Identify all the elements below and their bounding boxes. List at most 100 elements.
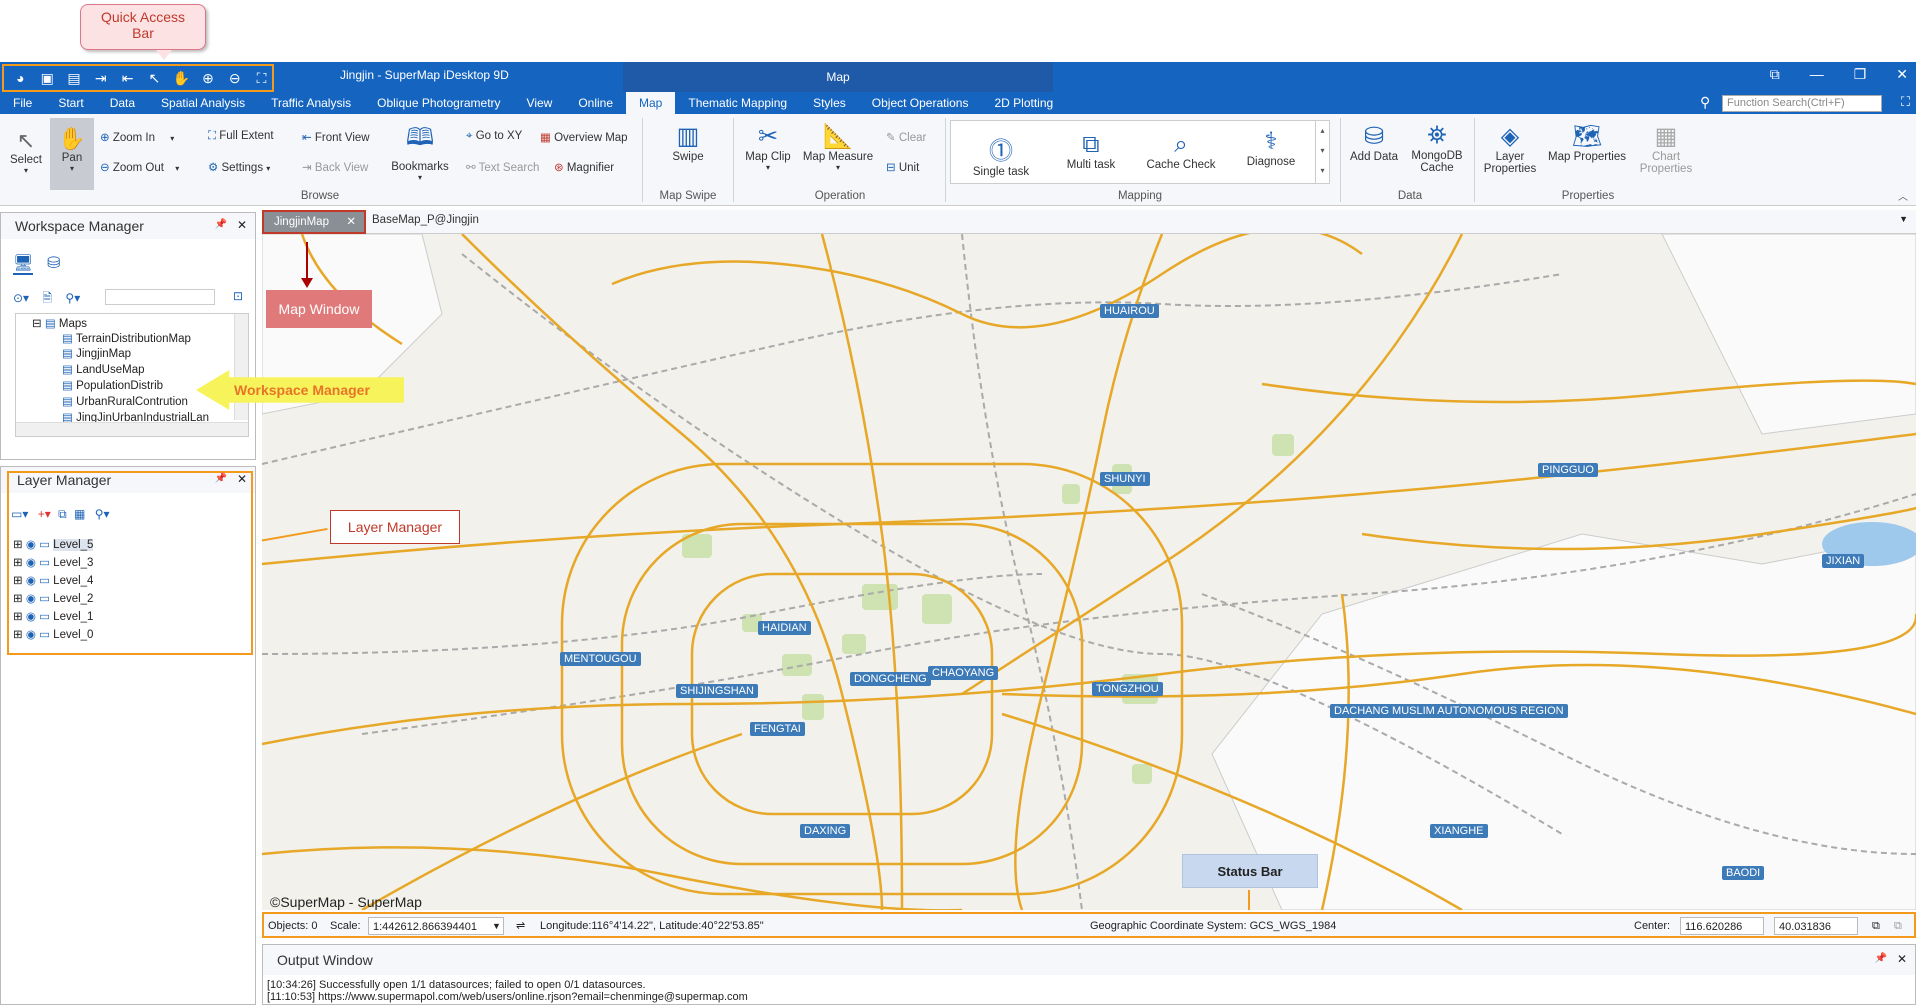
menu-data[interactable]: Data [97,92,148,114]
search-icon[interactable]: ⚲▾ [95,507,110,521]
tab-dropdown-icon[interactable]: ▼ [1899,214,1908,224]
search-icon[interactable]: ⚲ [1700,94,1710,111]
close-icon[interactable]: ✕ [1896,66,1908,83]
close-tab-icon[interactable]: ✕ [346,212,356,232]
locate-icon[interactable]: ⊡ [233,289,243,303]
new-icon[interactable]: 🗎 [42,291,52,305]
unit-button[interactable]: ⊟ Unit [886,160,919,174]
magnifier-button[interactable]: ⊛ Magnifier [554,160,614,174]
map-measure-button[interactable]: 📐 Map Measure ▾ [800,122,876,172]
menu-map[interactable]: Map [626,92,676,114]
layer-item[interactable]: ⊞ ◉ ▭ Level_0 [13,627,93,641]
zoom-in-icon[interactable]: ⊕ [198,68,219,88]
map-item[interactable]: ▤ UrbanRuralContrution [62,394,188,408]
maximize-icon[interactable]: ❐ [1854,66,1867,83]
minimize-icon[interactable]: — [1810,66,1824,83]
zoom-out-button[interactable]: ⊖ Zoom Out ▾ [100,160,179,174]
scale-input[interactable]: 1:442612.866394401 [368,917,504,935]
menu-start[interactable]: Start [45,92,96,114]
datasource-tab-icon[interactable]: ⛁ [47,253,60,273]
search-icon[interactable]: ⚲▾ [65,291,80,305]
layer-item[interactable]: ⊞ ◉ ▭ Level_5 [13,537,94,551]
copy-icon[interactable]: ⧉ [1872,917,1880,935]
front-view-button[interactable]: ⇤ Front View [302,130,370,144]
pin-icon[interactable]: 📌 [215,473,227,484]
paste-icon[interactable]: ⧉ [1894,917,1902,935]
bookmarks-button[interactable]: 🕮 Bookmarks ▾ [390,120,450,182]
map-tab-active[interactable]: JingjinMap ✕ [262,210,366,234]
layer-group-icon[interactable]: ⧉ [58,507,67,521]
map-clip-button[interactable]: ✂ Map Clip ▾ [740,122,796,172]
map-window[interactable]: Map Window Layer Manager Status Bar HUAI… [262,234,1916,910]
layer-style-icon[interactable]: ▭▾ [11,507,28,521]
save-icon[interactable]: ▣ [37,68,58,88]
close-icon[interactable]: ✕ [237,472,247,486]
menu-online[interactable]: Online [565,92,626,114]
swipe-button[interactable]: ▥ Swipe [660,122,716,163]
map-tab[interactable]: BaseMap_P@Jingjin [372,214,479,226]
menu-thematic-mapping[interactable]: Thematic Mapping [675,92,800,114]
layer-item[interactable]: ⊞ ◉ ▭ Level_4 [13,573,93,587]
workspace-tab-icon[interactable]: 🖥 [13,253,34,275]
pan-icon[interactable]: ✋ [171,68,192,88]
menu-traffic-analysis[interactable]: Traffic Analysis [258,92,364,114]
center-x-input[interactable]: 116.620286 [1680,917,1764,935]
select-icon[interactable]: ↖ [144,68,165,88]
map-item[interactable]: ▤ LandUseMap [62,362,144,376]
close-icon[interactable]: ✕ [237,218,247,232]
multi-task-button[interactable]: ⧉ Multi task [1051,131,1131,171]
layer-properties-button[interactable]: ◈ Layer Properties [1478,122,1542,175]
back-view-button[interactable]: ⇥ Back View [302,160,368,174]
menu-styles[interactable]: Styles [800,92,859,114]
fullscreen-icon[interactable]: ⛶ [1901,94,1910,110]
tree-hscrollbar[interactable] [16,422,248,436]
clear-button[interactable]: ✎ Clear [886,130,926,144]
menu-object-operations[interactable]: Object Operations [859,92,982,114]
full-extent-button[interactable]: ⛶ Full Extent [208,130,274,143]
add-layer-icon[interactable]: +▾ [38,507,51,521]
map-item[interactable]: ▤ PopulationDistrib [62,378,163,392]
layer-item[interactable]: ⊞ ◉ ▭ Level_1 [13,609,93,623]
single-task-button[interactable]: ⓵ Single task [961,131,1041,178]
cache-check-button[interactable]: ⌕ Cache Check [1141,131,1221,171]
gallery-scroll[interactable]: ▴ ▾ ▾ [1315,121,1329,183]
zoom-in-button[interactable]: ⊕ Zoom In ▾ [100,130,174,144]
workspace-search-input[interactable] [105,289,215,305]
go-to-xy-button[interactable]: ⌖ Go to XY [466,130,522,143]
chart-properties-button[interactable]: ▦ Chart Properties [1636,122,1696,175]
layer-item[interactable]: ⊞ ◉ ▭ Level_3 [13,555,93,569]
layer-item[interactable]: ⊞ ◉ ▭ Level_2 [13,591,93,605]
center-y-input[interactable]: 40.031836 [1774,917,1858,935]
menu-view[interactable]: View [514,92,566,114]
menu-2d-plotting[interactable]: 2D Plotting [981,92,1066,114]
zoom-out-icon[interactable]: ⊖ [224,68,245,88]
maps-node[interactable]: ⊟ ▤ Maps [32,316,87,330]
close-icon[interactable]: ✕ [1897,952,1907,966]
menu-spatial-analysis[interactable]: Spatial Analysis [148,92,258,114]
diagnose-button[interactable]: ⚕ Diagnose [1231,127,1311,168]
map-item[interactable]: ▤ JingjinMap [62,346,131,360]
settings-button[interactable]: ⚙ Settings ▾ [208,160,270,174]
pin-icon[interactable]: 📌 [215,219,227,230]
mongodb-cache-button[interactable]: ⛯ MongoDB Cache [1404,122,1470,174]
view-icon[interactable]: ⊙▾ [13,291,29,305]
pin-icon[interactable]: 📌 [1875,953,1887,964]
layer-order-icon[interactable]: ▦ [74,507,85,521]
full-extent-icon[interactable]: ⛶ [251,68,272,88]
restore-ribbon-icon[interactable]: ⧉ [1770,66,1780,83]
map-properties-button[interactable]: 🗺 Map Properties [1544,122,1630,163]
pan-button[interactable]: ✋ Pan ▾ [50,118,94,190]
scale-dropdown-icon[interactable]: ▼ [492,917,501,935]
swap-icon[interactable]: ⇌ [516,917,525,935]
collapse-ribbon-icon[interactable]: ︿ [1898,188,1908,203]
tree-vscrollbar[interactable] [234,314,248,420]
menu-oblique-photogrametry[interactable]: Oblique Photogrametry [364,92,513,114]
save-as-icon[interactable]: ▤ [64,68,85,88]
function-search-input[interactable]: Function Search(Ctrl+F) [1722,95,1882,112]
select-button[interactable]: ↖ Select ▾ [6,128,46,175]
add-data-button[interactable]: ⛁ Add Data [1346,122,1402,163]
menu-file[interactable]: File [0,92,45,114]
map-item[interactable]: ▤ TerrainDistributionMap [62,331,191,345]
overview-map-button[interactable]: ▦ Overview Map [540,130,628,144]
text-search-button[interactable]: ⚯ Text Search [466,160,539,174]
